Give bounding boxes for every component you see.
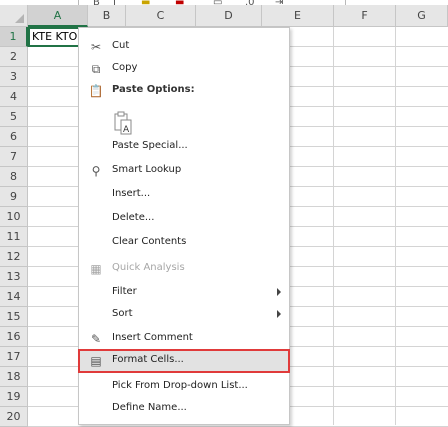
menu-item-label: Cut: [112, 40, 130, 51]
paste-button[interactable]: A: [111, 110, 135, 138]
submenu-arrow-icon: [277, 310, 281, 318]
menu-item-label: Delete...: [112, 212, 155, 223]
magnifier-icon: ⚲: [91, 164, 101, 178]
row-header-5[interactable]: 5: [0, 107, 28, 127]
menu-item-clear-contents[interactable]: Clear Contents: [79, 232, 289, 254]
menu-item-label: Insert Comment: [112, 332, 193, 343]
clipboard-icon: 📋: [88, 84, 104, 98]
column-header-g[interactable]: G: [396, 5, 448, 27]
menu-item-label: Sort: [112, 308, 133, 319]
row-header-12[interactable]: 12: [0, 247, 28, 267]
column-header-c[interactable]: C: [126, 5, 196, 27]
menu-item-label: Define Name...: [112, 402, 187, 413]
menu-item-label: Quick Analysis: [112, 262, 185, 273]
select-all-corner[interactable]: [0, 5, 28, 27]
row-header-19[interactable]: 19: [0, 387, 28, 407]
menu-item-define-name[interactable]: Define Name...: [79, 398, 289, 420]
menu-item-label: Paste Options:: [112, 84, 195, 95]
row-header-2[interactable]: 2: [0, 47, 28, 67]
column-header-e[interactable]: E: [262, 5, 334, 27]
row-header-11[interactable]: 11: [0, 227, 28, 247]
row-header-13[interactable]: 13: [0, 267, 28, 287]
row-header-15[interactable]: 15: [0, 307, 28, 327]
comment-icon: ✎: [90, 332, 102, 346]
menu-item-insert[interactable]: Insert...: [79, 184, 289, 206]
paste-clipboard-icon: A: [114, 111, 132, 135]
context-menu: ✂ Cut ⧉ Copy 📋 Paste Options: Paste Special...…: [78, 27, 290, 425]
row-header-4[interactable]: 4: [0, 87, 28, 107]
menu-item-pick-dropdown[interactable]: Pick From Drop-down List...: [79, 376, 289, 398]
row-header-20[interactable]: 20: [0, 407, 28, 427]
row-header-7[interactable]: 7: [0, 147, 28, 167]
menu-item-label: Filter: [112, 286, 137, 297]
menu-item-label: Paste Special...: [112, 140, 188, 151]
column-header-f[interactable]: F: [334, 5, 396, 27]
menu-item-label: Insert...: [112, 188, 151, 199]
menu-item-paste-options: 📋 Paste Options:: [79, 80, 289, 102]
format-cells-icon: ▤: [90, 354, 102, 368]
menu-item-cut[interactable]: ✂ Cut: [79, 36, 289, 58]
row-header-18[interactable]: 18: [0, 367, 28, 387]
menu-item-filter[interactable]: Filter: [79, 282, 289, 304]
menu-item-label: Clear Contents: [112, 236, 187, 247]
row-header-6[interactable]: 6: [0, 127, 28, 147]
row-header-9[interactable]: 9: [0, 187, 28, 207]
menu-item-label: Copy: [112, 62, 138, 73]
row-header-17[interactable]: 17: [0, 347, 28, 367]
column-gridline: [395, 27, 396, 425]
scissors-icon: ✂: [90, 40, 102, 54]
column-gridline: [333, 27, 334, 425]
menu-item-label: Pick From Drop-down List...: [112, 380, 248, 391]
menu-item-insert-comment[interactable]: ✎ Insert Comment: [79, 328, 289, 350]
quick-analysis-icon: ▦: [90, 262, 102, 276]
row-header-10[interactable]: 10: [0, 207, 28, 227]
menu-item-sort[interactable]: Sort: [79, 304, 289, 326]
menu-item-smart-lookup[interactable]: ⚲ Smart Lookup: [79, 160, 289, 182]
menu-item-format-cells[interactable]: ▤ Format Cells...: [78, 349, 290, 373]
column-header-b[interactable]: B: [88, 5, 126, 27]
column-header-d[interactable]: D: [196, 5, 262, 27]
column-header-a[interactable]: A: [28, 5, 88, 27]
menu-item-quick-analysis[interactable]: ▦ Quick Analysis: [79, 258, 289, 280]
row-header-8[interactable]: 8: [0, 167, 28, 187]
row-header-14[interactable]: 14: [0, 287, 28, 307]
menu-item-copy[interactable]: ⧉ Copy: [79, 58, 289, 80]
menu-item-label: Smart Lookup: [112, 164, 182, 175]
row-header-16[interactable]: 16: [0, 327, 28, 347]
row-header-1[interactable]: 1: [0, 27, 28, 47]
svg-text:A: A: [123, 125, 130, 135]
submenu-arrow-icon: [277, 288, 281, 296]
row-header-3[interactable]: 3: [0, 67, 28, 87]
menu-item-delete[interactable]: Delete...: [79, 208, 289, 230]
menu-item-label: Format Cells...: [112, 354, 184, 365]
copy-icon: ⧉: [91, 62, 101, 76]
menu-item-paste-special[interactable]: Paste Special...: [79, 136, 289, 158]
